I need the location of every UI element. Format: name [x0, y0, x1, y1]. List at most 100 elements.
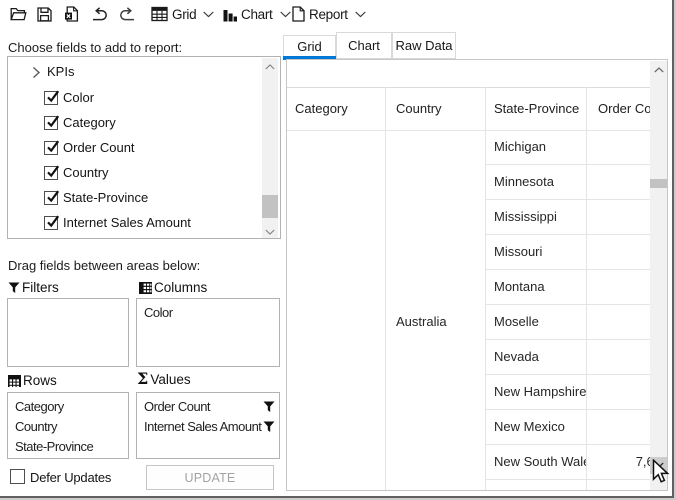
grid-menu[interactable]: Grid: [151, 0, 214, 28]
rows-field-category[interactable]: Category: [8, 397, 128, 417]
grid-cell-state[interactable]: Michigan: [494, 137, 586, 157]
chart-menu-label: Chart: [241, 7, 273, 22]
tab-chart[interactable]: Chart: [336, 32, 392, 59]
checkbox-checked[interactable]: [44, 141, 58, 155]
scroll-up-icon[interactable]: [654, 67, 664, 73]
tree-item-state-province[interactable]: State-Province: [9, 185, 262, 210]
row-border: [485, 164, 667, 165]
filters-area-label: Filters: [8, 280, 59, 295]
tree-scrollbar-thumb[interactable]: [262, 195, 278, 218]
field-pill-label: Category: [15, 397, 128, 417]
grid-cell-state[interactable]: Minnesota: [494, 172, 586, 192]
tree-item-color[interactable]: Color: [9, 85, 262, 110]
rows-drop-area[interactable]: Category Country State-Province: [7, 392, 129, 459]
bar-chart-icon: [223, 7, 237, 22]
export-excel-icon: [64, 6, 79, 22]
grid-cell-state[interactable]: Moselle: [494, 312, 586, 332]
rows-label-text: Rows: [23, 373, 57, 388]
row-border: [485, 199, 667, 200]
values-area-label: Σ Values: [137, 371, 191, 387]
values-drop-area[interactable]: Order Count Internet Sales Amount: [136, 392, 280, 459]
rows-field-country[interactable]: Country: [8, 417, 128, 437]
grid-header-state-province[interactable]: State-Province: [494, 99, 586, 119]
tab-raw-data[interactable]: Raw Data: [392, 32, 456, 59]
tree-item-label: Category: [63, 115, 116, 130]
grid-cell-state[interactable]: New South Wales: [494, 452, 586, 472]
grid-cell-state[interactable]: Mississippi: [494, 207, 586, 227]
export-button[interactable]: [64, 0, 79, 28]
filters-drop-area[interactable]: [7, 298, 129, 367]
columns-field-color[interactable]: Color: [137, 303, 279, 323]
checkbox-checked[interactable]: [44, 216, 58, 230]
field-list-title: Choose fields to add to report:: [8, 40, 182, 55]
defer-updates-checkbox[interactable]: [10, 469, 25, 484]
column-separator: [485, 87, 486, 490]
tree-item-country[interactable]: Country: [9, 160, 262, 185]
report-menu[interactable]: Report: [292, 0, 366, 28]
grid-cell-state[interactable]: Missouri: [494, 242, 586, 262]
tab-grid[interactable]: Grid: [283, 35, 336, 56]
row-border: [485, 444, 667, 445]
grid-header-country[interactable]: Country: [396, 99, 484, 119]
tree-item-category[interactable]: Category: [9, 110, 262, 135]
grid-cell-state[interactable]: Montana: [494, 277, 586, 297]
tree-item-label: Color: [63, 90, 94, 105]
sigma-icon: Σ: [137, 371, 148, 387]
row-border: [485, 409, 667, 410]
defer-updates-label: Defer Updates: [30, 470, 111, 485]
save-button[interactable]: [37, 0, 52, 28]
column-separator: [586, 87, 587, 490]
rows-table-icon: [8, 375, 21, 387]
grid-cell-state[interactable]: Nevada: [494, 347, 586, 367]
tree-scrollbar[interactable]: [262, 58, 278, 238]
checkbox-checked[interactable]: [44, 116, 58, 130]
column-separator: [385, 87, 386, 490]
tab-label: Grid: [297, 39, 322, 54]
grid-cell-country[interactable]: Australia: [396, 312, 484, 332]
row-border: [485, 479, 667, 480]
pivot-grid-panel: Category Country State-Province Order Co…: [286, 59, 668, 491]
columns-drop-area[interactable]: Color: [136, 298, 280, 367]
checkbox-checked[interactable]: [44, 91, 58, 105]
field-pill-label: Internet Sales Amount: [144, 417, 263, 437]
rows-field-state-province[interactable]: State-Province: [8, 437, 128, 457]
open-button[interactable]: [10, 0, 27, 28]
checkbox-checked[interactable]: [44, 166, 58, 180]
tree-item-label: KPIs: [47, 64, 74, 79]
filter-funnel-icon[interactable]: [263, 421, 275, 433]
field-pill-label: Color: [144, 303, 279, 323]
columns-label-text: Columns: [154, 280, 207, 295]
grid-cell-state[interactable]: New Hampshire: [494, 382, 586, 402]
tree-item-order-count[interactable]: Order Count: [9, 135, 262, 160]
scroll-down-icon[interactable]: [265, 229, 275, 235]
update-button[interactable]: UPDATE: [146, 465, 274, 490]
drag-areas-instruction: Drag fields between areas below:: [8, 258, 200, 273]
undo-button[interactable]: [92, 0, 108, 28]
values-field-order-count[interactable]: Order Count: [137, 397, 279, 417]
filter-funnel-icon[interactable]: [263, 401, 275, 413]
tree-item-kpis[interactable]: KPIs: [9, 59, 262, 84]
row-border: [485, 374, 667, 375]
open-folder-icon: [10, 7, 27, 21]
rows-area-label: Rows: [8, 373, 57, 388]
tab-label: Raw Data: [395, 38, 452, 53]
grid-scrollbar-thumb[interactable]: [650, 179, 667, 188]
grid-scrollbar[interactable]: [650, 61, 667, 490]
redo-button[interactable]: [119, 0, 135, 28]
report-file-icon: [292, 6, 305, 22]
grid-header-category[interactable]: Category: [295, 99, 383, 119]
scroll-up-icon[interactable]: [265, 64, 275, 70]
filters-label-text: Filters: [22, 280, 59, 295]
chevron-down-icon: [355, 11, 366, 18]
tree-item-label: Internet Sales Amount: [63, 215, 191, 230]
undo-icon: [92, 7, 108, 22]
expander-chevron-icon[interactable]: [32, 66, 41, 79]
mouse-cursor: [652, 459, 671, 485]
checkbox-checked[interactable]: [44, 191, 58, 205]
row-border: [485, 234, 667, 235]
tree-item-internet-sales-amount[interactable]: Internet Sales Amount: [9, 210, 262, 235]
columns-area-label: Columns: [139, 280, 207, 295]
chart-menu[interactable]: Chart: [223, 0, 291, 28]
values-field-internet-sales-amount[interactable]: Internet Sales Amount: [137, 417, 279, 437]
grid-cell-state[interactable]: New Mexico: [494, 417, 586, 437]
